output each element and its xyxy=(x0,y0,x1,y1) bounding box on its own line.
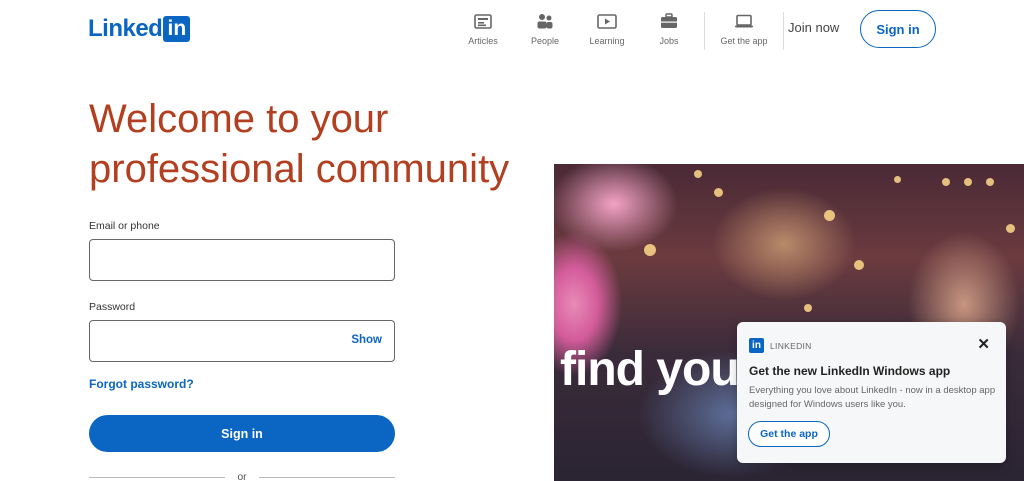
email-label: Email or phone xyxy=(89,220,160,232)
toast-title: Get the new LinkedIn Windows app xyxy=(749,364,951,378)
linkedin-logo[interactable]: Linked in xyxy=(88,15,191,43)
header-sign-in-button[interactable]: Sign in xyxy=(860,10,936,48)
bokeh-light xyxy=(804,304,812,312)
nav-jobs[interactable]: Jobs xyxy=(638,12,700,46)
people-icon xyxy=(534,12,556,30)
bokeh-light xyxy=(644,244,656,256)
email-field[interactable] xyxy=(89,239,395,281)
show-password-button[interactable]: Show xyxy=(351,334,382,346)
page-title: Welcome to your professional community xyxy=(89,94,549,194)
toast-description: Everything you love about LinkedIn - now… xyxy=(749,385,996,410)
top-nav: Articles People Learning Jobs Get the ap… xyxy=(452,12,788,50)
page-title-line-2: professional community xyxy=(89,147,510,191)
laptop-icon xyxy=(733,12,755,30)
join-now-link[interactable]: Join now xyxy=(780,18,847,37)
nav-people[interactable]: People xyxy=(514,12,576,46)
toast-brand-label: LINKEDIN xyxy=(770,340,812,351)
linkedin-mini-logo: in xyxy=(749,338,764,353)
bokeh-light xyxy=(1006,224,1015,233)
toast-brand: in LINKEDIN xyxy=(749,338,812,353)
bokeh-light xyxy=(694,170,702,178)
nav-jobs-label: Jobs xyxy=(659,36,679,46)
bokeh-light xyxy=(986,178,994,186)
nav-get-the-app[interactable]: Get the app xyxy=(709,12,779,46)
windows-app-toast: in LINKEDIN ✕ Get the new LinkedIn Windo… xyxy=(737,322,1006,463)
learning-icon xyxy=(596,12,618,30)
nav-learning[interactable]: Learning xyxy=(576,12,638,46)
close-icon[interactable]: ✕ xyxy=(977,337,990,352)
page-title-line-1: Welcome to your xyxy=(89,97,389,141)
jobs-icon xyxy=(658,12,680,30)
photo-overlay-text: find you xyxy=(560,343,740,396)
logo-in-box: in xyxy=(163,16,191,42)
nav-learning-label: Learning xyxy=(589,36,625,46)
bokeh-light xyxy=(894,176,901,183)
password-label: Password xyxy=(89,301,136,313)
password-field[interactable]: Show xyxy=(89,320,395,362)
articles-icon xyxy=(472,12,494,30)
forgot-password-link[interactable]: Forgot password? xyxy=(89,377,194,391)
nav-get-the-app-label: Get the app xyxy=(720,36,768,46)
nav-people-label: People xyxy=(530,36,560,46)
divider-line-right xyxy=(259,477,395,478)
bokeh-light xyxy=(714,188,723,197)
bokeh-light xyxy=(824,210,835,221)
bokeh-light xyxy=(854,260,864,270)
get-the-app-button[interactable]: Get the app xyxy=(748,421,830,447)
or-divider: or xyxy=(89,470,395,481)
bokeh-light xyxy=(964,178,972,186)
sign-in-button[interactable]: Sign in xyxy=(89,415,395,452)
or-text: or xyxy=(237,471,247,481)
nav-articles[interactable]: Articles xyxy=(452,12,514,46)
nav-articles-label: Articles xyxy=(468,36,498,46)
logo-wordmark: Linked xyxy=(88,15,163,42)
bokeh-light xyxy=(942,178,950,186)
nav-divider xyxy=(704,12,705,50)
